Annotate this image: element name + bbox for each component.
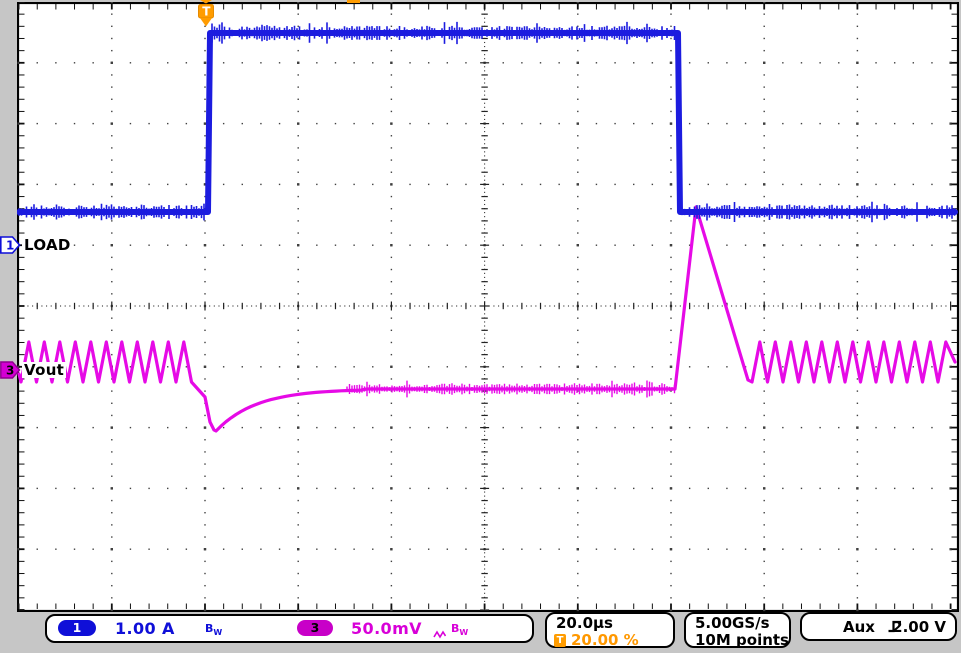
timebase-scale: 20.0µs: [547, 615, 673, 631]
ch1-bandwidth-limit-icon: BW: [205, 622, 222, 637]
channel-readout-box[interactable]: 1 1.00 A BW 3 50.0mV BW: [45, 614, 534, 643]
ch3-marker-arrow-icon: 3: [0, 361, 21, 379]
ch1-scale-readout: 1.00 A: [115, 619, 175, 638]
oscilloscope-screen: 1 LOAD 3 Vout T 1 1.00 A BW 3 50.0mV BW: [0, 0, 961, 653]
ch3-ac-coupling-ripple-icon: [433, 624, 446, 643]
ch3-marker-number: 3: [6, 364, 14, 378]
timebase-readout-box[interactable]: 20.0µs T 20.00 %: [545, 612, 675, 648]
ch3-badge[interactable]: 3: [297, 620, 333, 636]
ch1-reference-marker: 1: [0, 236, 22, 254]
ch1-marker-number: 1: [6, 239, 14, 253]
ch1-marker-arrow-icon: 1: [0, 236, 21, 254]
acquisition-readout-box[interactable]: 5.00GS/s 10M points: [684, 612, 791, 648]
ch3-reference-marker: 3: [0, 361, 22, 379]
trigger-position-flag-icon[interactable]: T: [196, 0, 217, 28]
trigger-source: Aux: [843, 618, 875, 636]
sample-rate: 5.00GS/s: [686, 615, 789, 631]
readout-bar: 1 1.00 A BW 3 50.0mV BW 20.0µs T 20.00 %…: [0, 612, 961, 653]
trigger-flag-letter: T: [202, 5, 211, 19]
ch1-trace-label: LOAD: [22, 237, 73, 253]
ch3-bandwidth-limit-icon: BW: [451, 622, 468, 637]
trigger-icon: T: [554, 634, 566, 647]
ch3-trace-label: Vout: [22, 362, 66, 378]
trigger-level: 2.00 V: [892, 618, 946, 636]
top-edge-marker: [347, 0, 360, 3]
record-length: 10M points: [686, 632, 789, 648]
ch3-scale-readout: 50.0mV: [351, 619, 422, 638]
waveform-plot-area: [17, 2, 959, 612]
ch1-badge[interactable]: 1: [58, 620, 96, 636]
trigger-position-percent: 20.00 %: [571, 631, 639, 649]
trigger-source-readout-box[interactable]: Aux 2.00 V: [800, 612, 957, 641]
